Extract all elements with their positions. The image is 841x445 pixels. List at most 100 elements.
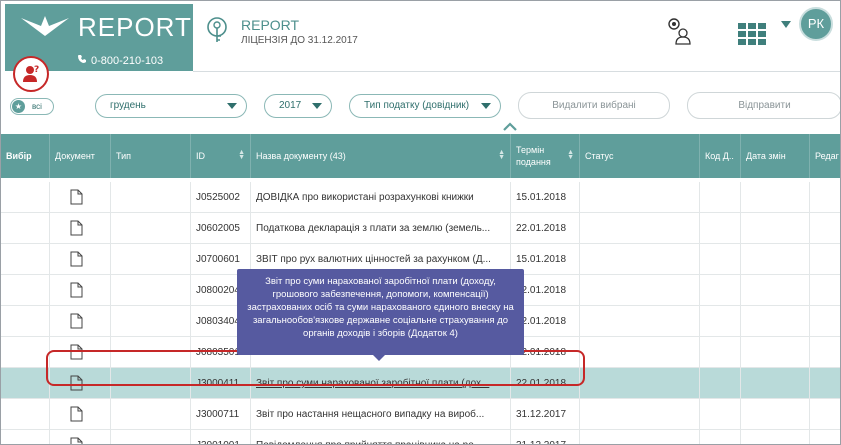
term-cell: 15.01.2018 xyxy=(511,182,580,213)
product-title: REPORT xyxy=(241,17,300,33)
code-cell xyxy=(700,213,741,244)
all-label: всі xyxy=(32,102,42,111)
type-cell xyxy=(111,244,191,275)
document-icon[interactable] xyxy=(70,406,83,422)
edit-cell xyxy=(810,244,840,275)
sort-icon[interactable]: ▲ ▼ xyxy=(238,149,245,161)
row-select-cell[interactable] xyxy=(1,244,50,275)
col-code[interactable]: Код Д.. xyxy=(700,134,741,178)
document-cell xyxy=(50,213,111,244)
status-cell xyxy=(580,337,700,368)
col-edit[interactable]: Редаг xyxy=(810,134,840,178)
col-name[interactable]: Назва документу (43) ▲ ▼ xyxy=(251,134,511,178)
help-user-button[interactable]: ? xyxy=(13,56,49,92)
changed-cell xyxy=(741,337,810,368)
status-cell xyxy=(580,275,700,306)
term-cell: 22.01.2018 xyxy=(511,213,580,244)
tooltip-text: Звіт про суми нарахованої заробітної пла… xyxy=(247,276,514,339)
id-cell: J0525002 xyxy=(191,182,251,213)
document-icon[interactable] xyxy=(70,437,83,445)
col-changed[interactable]: Дата змін xyxy=(741,134,810,178)
id-cell: J0602005 xyxy=(191,213,251,244)
year-value: 2017 xyxy=(279,100,302,111)
document-cell xyxy=(50,244,111,275)
code-cell xyxy=(700,182,741,213)
document-icon[interactable] xyxy=(70,251,83,267)
document-cell xyxy=(50,182,111,213)
document-name-tooltip: Звіт про суми нарахованої заробітної пла… xyxy=(237,269,524,361)
col-term[interactable]: Термін подання ▲ ▼ xyxy=(511,134,580,178)
row-select-cell[interactable] xyxy=(1,337,50,368)
tooltip-arrow xyxy=(373,355,385,361)
document-cell xyxy=(50,399,111,430)
row-select-cell[interactable] xyxy=(1,368,50,399)
sort-icon[interactable]: ▲ ▼ xyxy=(567,149,574,161)
name-cell[interactable]: Податкова декларація з плати за землю (з… xyxy=(251,213,511,244)
all-favorites-toggle[interactable]: ★ всі xyxy=(10,98,54,115)
tax-type-select[interactable]: Тип податку (довідник) xyxy=(349,94,501,118)
code-cell xyxy=(700,337,741,368)
help-user-icon: ? xyxy=(23,65,39,82)
highlight-frame xyxy=(46,350,585,386)
chevron-down-icon xyxy=(481,103,491,109)
document-cell xyxy=(50,306,111,337)
term-cell: 31.12.2017 xyxy=(511,399,580,430)
code-cell xyxy=(700,430,741,444)
row-select-cell[interactable] xyxy=(1,182,50,213)
send-button[interactable]: Відправити xyxy=(687,92,840,119)
status-cell xyxy=(580,244,700,275)
document-cell xyxy=(50,430,111,445)
edit-cell xyxy=(810,182,840,213)
document-icon[interactable] xyxy=(70,189,83,205)
table-row[interactable]: J3001001Повідомлення про прийняття праці… xyxy=(1,430,840,445)
edit-cell xyxy=(810,213,840,244)
edit-cell xyxy=(810,430,840,444)
user-avatar[interactable]: РК xyxy=(799,7,833,41)
row-select-cell[interactable] xyxy=(1,213,50,244)
type-cell xyxy=(111,306,191,337)
changed-cell xyxy=(741,275,810,306)
name-cell[interactable]: Звіт про настання нещасного випадку на в… xyxy=(251,399,511,430)
license-expiry: ЛІЦЕНЗІЯ ДО 31.12.2017 xyxy=(241,35,358,46)
month-value: грудень xyxy=(110,100,146,111)
chevron-down-icon[interactable] xyxy=(781,21,791,28)
document-icon[interactable] xyxy=(70,282,83,298)
type-cell xyxy=(111,399,191,430)
edit-cell xyxy=(810,306,840,337)
status-cell xyxy=(580,399,700,430)
apps-grid-icon[interactable] xyxy=(738,23,766,45)
delete-selected-button[interactable]: Видалити вибрані xyxy=(518,92,670,119)
name-cell[interactable]: Повідомлення про прийняття працівника на… xyxy=(251,430,511,444)
sort-icon[interactable]: ▲ ▼ xyxy=(498,149,505,161)
app-window: REPORT 0-800-210-103 ? REPORT ЛІЦЕНЗІЯ Д… xyxy=(0,0,841,445)
table-row[interactable]: J0602005 Податкова декларація з плати за … xyxy=(1,213,840,244)
changed-cell xyxy=(741,368,810,399)
col-status[interactable]: Статус xyxy=(580,134,700,178)
month-select[interactable]: грудень xyxy=(95,94,247,118)
year-select[interactable]: 2017 xyxy=(264,94,332,118)
type-cell xyxy=(111,213,191,244)
row-select-cell[interactable] xyxy=(1,275,50,306)
svg-text:?: ? xyxy=(34,65,39,75)
col-select[interactable]: Вибір xyxy=(1,134,50,178)
document-icon[interactable] xyxy=(70,313,83,329)
tax-type-value: Тип податку (довідник) xyxy=(364,100,470,111)
code-cell xyxy=(700,306,741,337)
col-document[interactable]: Документ xyxy=(50,134,111,178)
document-cell xyxy=(50,275,111,306)
name-cell[interactable]: ДОВІДКА про використані розрахункові кни… xyxy=(251,182,511,213)
brand-name: REPORT xyxy=(78,12,192,42)
chevron-up-icon[interactable] xyxy=(503,122,517,131)
settings-user-icon[interactable] xyxy=(664,15,694,45)
changed-cell xyxy=(741,213,810,244)
document-icon[interactable] xyxy=(70,220,83,236)
table-row[interactable]: J3000711 Звіт про настання нещасного випа… xyxy=(1,399,840,430)
row-select-cell[interactable] xyxy=(1,399,50,430)
table-row[interactable]: J0525002 ДОВІДКА про використані розрахун… xyxy=(1,182,840,213)
phone-icon xyxy=(77,54,87,67)
row-select-cell[interactable] xyxy=(1,306,50,337)
col-id[interactable]: ID ▲ ▼ xyxy=(191,134,251,178)
col-type[interactable]: Тип xyxy=(111,134,191,178)
row-select-cell[interactable] xyxy=(1,430,50,444)
license-key-icon xyxy=(207,17,227,42)
